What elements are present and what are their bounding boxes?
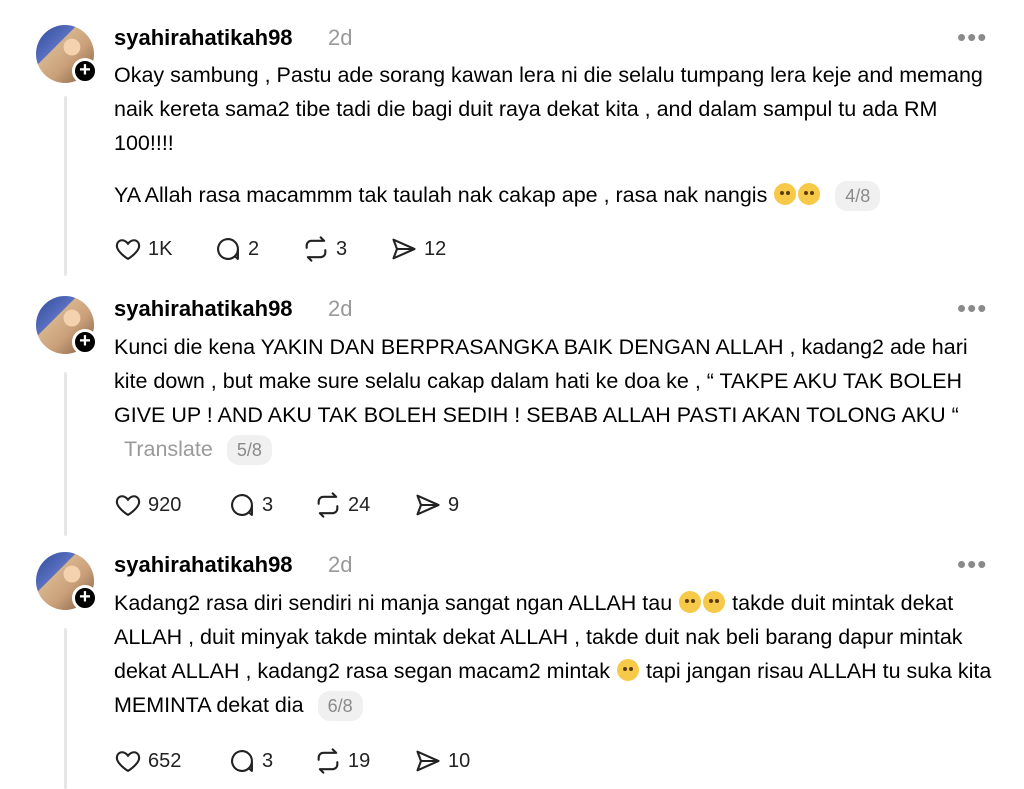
- more-options-icon[interactable]: •••: [957, 295, 987, 321]
- repost-icon: [317, 748, 339, 774]
- comment-icon: [231, 750, 253, 772]
- share-count: 10: [448, 749, 471, 772]
- like-count: 1K: [148, 237, 173, 260]
- share-count: 12: [424, 237, 447, 260]
- follow-plus-icon[interactable]: +: [72, 585, 98, 611]
- post-time: 2d: [328, 552, 353, 577]
- thread-counter-badge: 4/8: [835, 181, 881, 212]
- laughing-crying-emoji: [703, 591, 726, 613]
- follow-plus-icon[interactable]: +: [72, 329, 98, 355]
- avatar[interactable]: +: [36, 296, 98, 355]
- share-button[interactable]: 10: [414, 746, 470, 776]
- avatar[interactable]: +: [36, 25, 98, 84]
- repost-button[interactable]: 3: [302, 234, 347, 264]
- comment-count: 3: [262, 493, 274, 516]
- comment-icon: [231, 494, 253, 516]
- repost-icon: [305, 236, 327, 262]
- send-icon: [392, 238, 416, 260]
- more-options-icon[interactable]: •••: [957, 551, 987, 577]
- send-icon: [416, 494, 440, 516]
- thread-connector-line: [64, 96, 67, 276]
- post-body: Kadang2 rasa diri sendiri ni manja sanga…: [114, 586, 994, 722]
- like-count: 652: [148, 749, 182, 772]
- heart-icon: [115, 751, 141, 773]
- translate-link[interactable]: Translate: [124, 437, 213, 461]
- share-button[interactable]: 9: [414, 490, 459, 520]
- crying-face-emoji: [798, 183, 821, 205]
- repost-button[interactable]: 19: [314, 746, 370, 776]
- crying-face-emoji: [774, 183, 797, 205]
- like-count: 920: [148, 493, 182, 516]
- username[interactable]: syahirahatikah98: [114, 296, 293, 322]
- post-paragraph-line: YA Allah rasa macammm tak taulah nak cak…: [114, 178, 994, 212]
- post-paragraph: Kadang2 rasa diri sendiri ni manja sanga…: [114, 591, 673, 615]
- thread-connector-line: [64, 628, 67, 789]
- thread-post-2: + syahirahatikah98 2d ••• Kunci die kena…: [0, 280, 1024, 540]
- thread-post-3: + syahirahatikah98 2d ••• Kadang2 rasa d…: [0, 540, 1024, 789]
- face-with-hand-over-mouth-emoji: [679, 591, 702, 613]
- username[interactable]: syahirahatikah98: [114, 25, 293, 51]
- send-icon: [416, 750, 440, 772]
- post-paragraph: YA Allah rasa macammm tak taulah nak cak…: [114, 183, 768, 207]
- like-button[interactable]: 920: [114, 490, 181, 520]
- share-count: 9: [448, 493, 460, 516]
- heart-icon: [115, 239, 141, 261]
- comment-button[interactable]: 3: [228, 490, 273, 520]
- comment-count: 2: [248, 237, 260, 260]
- post-body: Okay sambung , Pastu ade sorang kawan le…: [114, 58, 994, 212]
- share-button[interactable]: 12: [390, 234, 446, 264]
- like-button[interactable]: 1K: [114, 234, 172, 264]
- thread-post-1: + syahirahatikah98 2d ••• Okay sambung ,…: [0, 0, 1024, 280]
- thread-connector-line: [64, 372, 67, 536]
- repost-count: 19: [348, 749, 371, 772]
- follow-plus-icon[interactable]: +: [72, 58, 98, 84]
- comment-button[interactable]: 2: [214, 234, 259, 264]
- thread-counter-badge: 6/8: [317, 691, 363, 722]
- post-body: Kunci die kena YAKIN DAN BERPRASANGKA BA…: [114, 330, 994, 466]
- post-time: 2d: [328, 296, 353, 321]
- comment-count: 3: [262, 749, 274, 772]
- repost-button[interactable]: 24: [314, 490, 370, 520]
- heart-icon: [115, 495, 141, 517]
- post-paragraph: Kunci die kena YAKIN DAN BERPRASANGKA BA…: [114, 335, 968, 427]
- repost-icon: [317, 492, 339, 518]
- more-options-icon[interactable]: •••: [957, 24, 987, 50]
- like-button[interactable]: 652: [114, 746, 181, 776]
- username[interactable]: syahirahatikah98: [114, 552, 293, 578]
- thread-counter-badge: 5/8: [226, 435, 272, 466]
- comment-icon: [217, 238, 239, 260]
- post-time: 2d: [328, 25, 353, 50]
- repost-count: 24: [348, 493, 371, 516]
- post-paragraph: Okay sambung , Pastu ade sorang kawan le…: [114, 63, 983, 155]
- pleading-face-emoji: [616, 659, 639, 681]
- avatar[interactable]: +: [36, 552, 98, 611]
- post-paragraph-line: Kadang2 rasa diri sendiri ni manja sanga…: [114, 586, 994, 722]
- post-paragraph-line: Kunci die kena YAKIN DAN BERPRASANGKA BA…: [114, 330, 994, 466]
- comment-button[interactable]: 3: [228, 746, 273, 776]
- repost-count: 3: [336, 237, 348, 260]
